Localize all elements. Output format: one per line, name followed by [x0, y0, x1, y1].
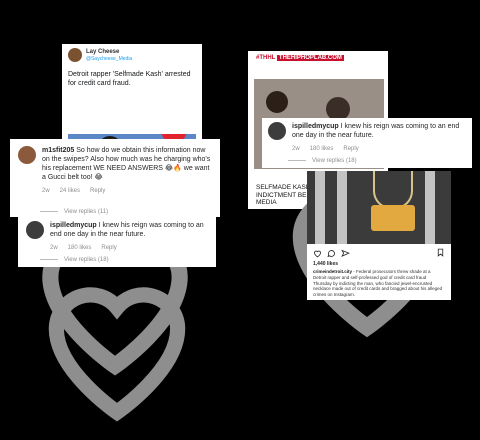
- comment-likes[interactable]: 180 likes: [68, 244, 92, 253]
- tweet-header: Lay Cheese @Saycheese_Media: [68, 48, 196, 62]
- tweet-text: Detroit rapper 'Selfmade Kash' arrested …: [68, 71, 191, 87]
- comment: ispilledmycup I knew his reign was comin…: [26, 221, 208, 253]
- instagram-post: 1,440 likes crimeindetroit.city - Federa…: [307, 244, 451, 300]
- comment-icon[interactable]: [327, 249, 336, 258]
- comment-likes[interactable]: 24 likes: [60, 187, 80, 196]
- comment-card: ispilledmycup I knew his reign was comin…: [18, 216, 216, 422]
- necklace-photo[interactable]: [307, 171, 451, 245]
- like-count[interactable]: 1,440 likes: [313, 261, 445, 267]
- avatar[interactable]: [18, 146, 36, 164]
- tweet-author-handle[interactable]: @Saycheese_Media: [86, 56, 132, 62]
- avatar[interactable]: [268, 122, 286, 140]
- view-replies-link[interactable]: View replies (18): [40, 257, 109, 263]
- hiphoplab-brand: #THHL THEHIPHOPLAB.COM: [256, 55, 344, 61]
- comment-likes[interactable]: 180 likes: [310, 145, 334, 154]
- brand-name: THEHIPHOPLAB.COM: [276, 55, 344, 61]
- jacket-stripe: [337, 171, 347, 245]
- heart-icon[interactable]: [26, 253, 208, 435]
- necklace-chain: [373, 171, 413, 209]
- caption-username[interactable]: crimeindetroit.city: [313, 269, 352, 274]
- comment-username[interactable]: ispilledmycup: [50, 222, 97, 229]
- post-actions: [313, 248, 445, 258]
- comment: m1sfit205 So how do we obtain this infor…: [18, 146, 212, 196]
- reply-button[interactable]: Reply: [101, 244, 116, 253]
- bookmark-icon[interactable]: [436, 248, 445, 257]
- comment-meta: 2w 180 likes Reply: [292, 145, 466, 154]
- comment-body: ispilledmycup I knew his reign was comin…: [50, 221, 208, 253]
- brand-prefix: #THHL: [256, 55, 276, 61]
- view-replies-link[interactable]: View replies (11): [40, 209, 108, 215]
- comment-body: ispilledmycup I knew his reign was comin…: [292, 122, 466, 154]
- share-icon[interactable]: [341, 249, 350, 258]
- reply-button[interactable]: Reply: [343, 145, 358, 154]
- jacket-stripe: [425, 171, 435, 245]
- credit-card-pendant: [371, 205, 415, 231]
- jacket-stripe: [315, 171, 325, 245]
- tweet-author-name[interactable]: Lay Cheese: [86, 49, 132, 56]
- comment-time: 2w: [292, 146, 300, 152]
- heart-icon[interactable]: [313, 249, 322, 258]
- avatar[interactable]: [68, 48, 82, 62]
- comment-username[interactable]: ispilledmycup: [292, 123, 339, 130]
- comment: ispilledmycup I knew his reign was comin…: [268, 122, 466, 154]
- comment-meta: 2w 24 likes Reply: [42, 187, 212, 196]
- comment-card: m1sfit205 So how do we obtain this infor…: [10, 139, 220, 376]
- comment-body: m1sfit205 So how do we obtain this infor…: [42, 146, 212, 196]
- comment-card: ispilledmycup I knew his reign was comin…: [262, 118, 472, 338]
- comment-time: 2w: [42, 188, 50, 194]
- comment-meta: 2w 180 likes Reply: [50, 244, 208, 253]
- reply-button[interactable]: Reply: [90, 187, 105, 196]
- avatar[interactable]: [26, 221, 44, 239]
- person-figure: [266, 91, 288, 113]
- view-replies-link[interactable]: View replies (18): [288, 158, 357, 164]
- post-caption: crimeindetroit.city - Federal prosecutor…: [313, 269, 445, 298]
- comment-username[interactable]: m1sfit205: [42, 147, 74, 154]
- comment-time: 2w: [50, 245, 58, 251]
